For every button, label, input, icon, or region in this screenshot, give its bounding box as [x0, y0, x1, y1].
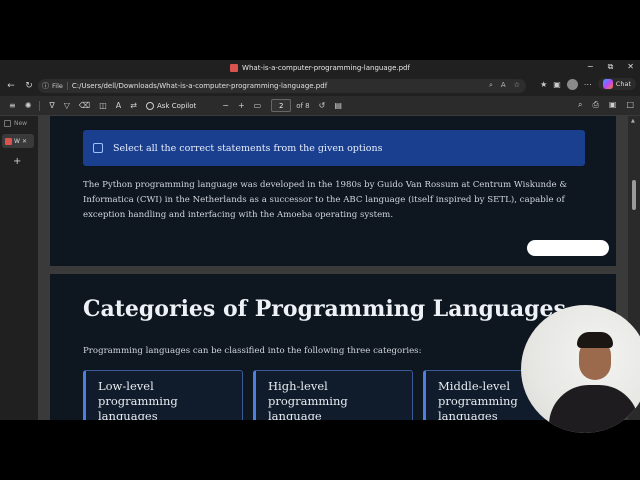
favorite-star-icon[interactable]: ☆ [514, 81, 520, 90]
maximize-button[interactable]: ⧉ [608, 62, 614, 72]
address-bar-row: ← ↻ ⓘ File C:/Users/dell/Downloads/What-… [0, 76, 640, 96]
page-number-input[interactable]: 2 [271, 99, 292, 112]
more-menu-icon[interactable]: ⋯ [584, 80, 592, 89]
site-info-icon[interactable]: ⓘ [42, 81, 49, 91]
section-intro: Programming languages can be classified … [83, 346, 422, 356]
scrollbar-thumb[interactable] [632, 180, 636, 210]
page-count: of 8 [296, 101, 310, 110]
active-tab[interactable]: W ✕ [2, 134, 34, 148]
add-tab-button[interactable]: + [13, 156, 21, 167]
address-url[interactable]: C:/Users/dell/Downloads/What-is-a-comput… [72, 82, 327, 90]
refresh-icon[interactable]: ↻ [22, 79, 36, 93]
letterbox-bottom [0, 420, 640, 480]
address-divider [66, 82, 68, 90]
note-icon [93, 143, 103, 153]
card-text: programming language [268, 394, 348, 420]
pdf-tab-icon [5, 137, 12, 145]
toolbar-divider [39, 100, 41, 111]
category-card-low-level: Low-level programming languages [83, 370, 243, 420]
collections-icon[interactable]: ▣ [553, 80, 561, 89]
page-view-icon[interactable]: ◫ [99, 101, 107, 110]
card-text: programming [98, 394, 178, 408]
zoom-out-button[interactable]: − [222, 101, 229, 110]
vertical-tab-rail: New W ✕ + [0, 116, 38, 420]
draw-icon[interactable]: ▽ [64, 101, 70, 110]
close-tab-icon[interactable]: ✕ [22, 138, 27, 145]
eraser-icon[interactable]: ⌫ [79, 101, 90, 110]
favorites-icon[interactable]: ★ [540, 80, 547, 89]
callout-text: Select all the correct statements from t… [113, 142, 383, 154]
title-bar: What-is-a-computer-programming-language.… [0, 60, 640, 76]
ask-copilot-label: Ask Copilot [156, 101, 197, 110]
back-arrow-icon[interactable]: ← [4, 79, 18, 93]
window-title: What-is-a-computer-programming-language.… [242, 64, 410, 72]
zoom-magnifier-icon[interactable]: ⌕ [489, 81, 493, 90]
read-aloud-icon[interactable]: A [501, 81, 506, 90]
card-text: Low-level [98, 379, 154, 393]
redaction-block [527, 240, 609, 256]
card-text: High-level [268, 379, 328, 393]
presenter-hair [577, 332, 613, 348]
print-icon[interactable]: ⎙ [592, 100, 598, 110]
two-page-view-icon[interactable]: ▤ [334, 101, 342, 110]
callout-box: Select all the correct statements from t… [83, 130, 585, 166]
category-card-high-level: High-level programming language [253, 370, 413, 420]
section-heading: Categories of Programming Languages [83, 296, 566, 322]
save-icon[interactable]: ▣ [609, 100, 617, 110]
copilot-chat-label: Chat [615, 80, 631, 88]
new-tab-item[interactable]: New [4, 120, 27, 127]
ask-copilot-button[interactable]: Ask Copilot [145, 101, 197, 110]
copilot-icon [602, 79, 613, 89]
sidebar-toggle-icon[interactable]: ≡ [9, 101, 16, 110]
minimize-button[interactable]: − [587, 62, 594, 72]
python-history-paragraph: The Python programming language was deve… [83, 180, 567, 220]
translate-icon[interactable]: ⇄ [130, 101, 137, 110]
pdf-page: Select all the correct statements from t… [50, 116, 616, 266]
card-text: languages [98, 409, 158, 420]
close-window-button[interactable]: ✕ [627, 62, 634, 72]
pdf-toolbar: ≡ ✺ ∇ ▽ ⌫ ◫ A ⇄ Ask Copilot − + ▭ 2 of 8… [0, 96, 640, 116]
new-tab-label: New [14, 120, 28, 127]
read-aloud-toolbar-icon[interactable]: A [116, 101, 121, 110]
copilot-chat-button[interactable]: Chat [597, 78, 636, 90]
pdf-file-icon [230, 64, 239, 72]
file-scheme-label: File [52, 82, 63, 90]
new-tab-icon [4, 120, 11, 127]
address-bar[interactable]: ⓘ File C:/Users/dell/Downloads/What-is-a… [38, 79, 526, 93]
profile-avatar[interactable] [566, 78, 578, 90]
active-tab-label: W [14, 137, 20, 145]
copilot-outline-icon [145, 101, 154, 110]
webcam-overlay [521, 305, 640, 433]
zoom-in-button[interactable]: + [238, 101, 245, 110]
rotate-icon[interactable]: ↺ [319, 101, 326, 110]
letterbox-top [0, 0, 640, 60]
search-icon[interactable]: ⌕ [578, 100, 582, 110]
highlight-icon[interactable]: ∇ [49, 101, 54, 110]
fit-page-icon[interactable]: ▭ [254, 101, 262, 110]
presenter-shirt [549, 385, 639, 433]
save-as-icon[interactable]: □ [626, 100, 634, 110]
scroll-up-arrow-icon[interactable]: ▲ [631, 118, 635, 124]
pin-toolbar-icon[interactable]: ✺ [25, 101, 32, 110]
